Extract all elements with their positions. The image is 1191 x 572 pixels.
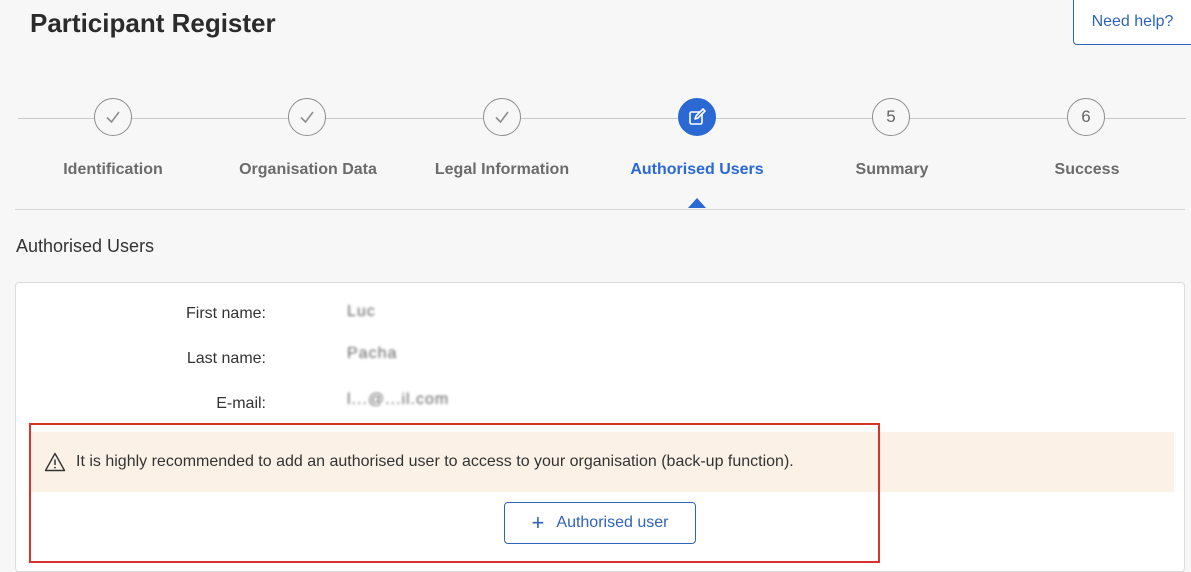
last-name-label: Last name: — [186, 350, 266, 367]
edit-icon — [689, 108, 706, 125]
stepper-divider — [15, 209, 1185, 210]
step-summary-number: 5 — [886, 107, 896, 126]
stepper-line — [18, 118, 1186, 119]
first-name-value: Luc — [347, 303, 376, 320]
section-title: Authorised Users — [16, 236, 155, 256]
step-success-circle[interactable]: 6 — [1067, 98, 1105, 136]
first-name-label: First name: — [185, 305, 266, 322]
step-authorised-users-circle[interactable] — [678, 98, 716, 136]
step-summary-circle[interactable]: 5 — [872, 98, 910, 136]
step-label-success[interactable]: Success — [997, 161, 1177, 179]
highlight-annotation-box — [29, 423, 880, 563]
active-step-pointer — [688, 198, 706, 208]
checkmark-icon — [106, 111, 120, 124]
step-label-organisation-data[interactable]: Organisation Data — [218, 161, 398, 179]
step-label-authorised-users[interactable]: Authorised Users — [607, 161, 787, 179]
checkmark-icon — [495, 111, 509, 124]
step-success-number: 6 — [1081, 107, 1091, 126]
last-name-value: Pacha — [347, 345, 398, 362]
checkmark-icon — [300, 111, 314, 124]
step-organisation-data-circle[interactable] — [288, 98, 326, 136]
step-label-identification[interactable]: Identification — [23, 161, 203, 179]
step-identification-circle[interactable] — [94, 98, 132, 136]
page-title: Participant Register — [30, 8, 276, 38]
step-label-legal-information[interactable]: Legal Information — [412, 161, 592, 179]
email-label: E-mail: — [216, 395, 266, 412]
need-help-button[interactable]: Need help? — [1073, 0, 1191, 45]
email-value: l...@...il.com — [347, 391, 450, 408]
step-legal-information-circle[interactable] — [483, 98, 521, 136]
step-label-summary[interactable]: Summary — [802, 161, 982, 179]
